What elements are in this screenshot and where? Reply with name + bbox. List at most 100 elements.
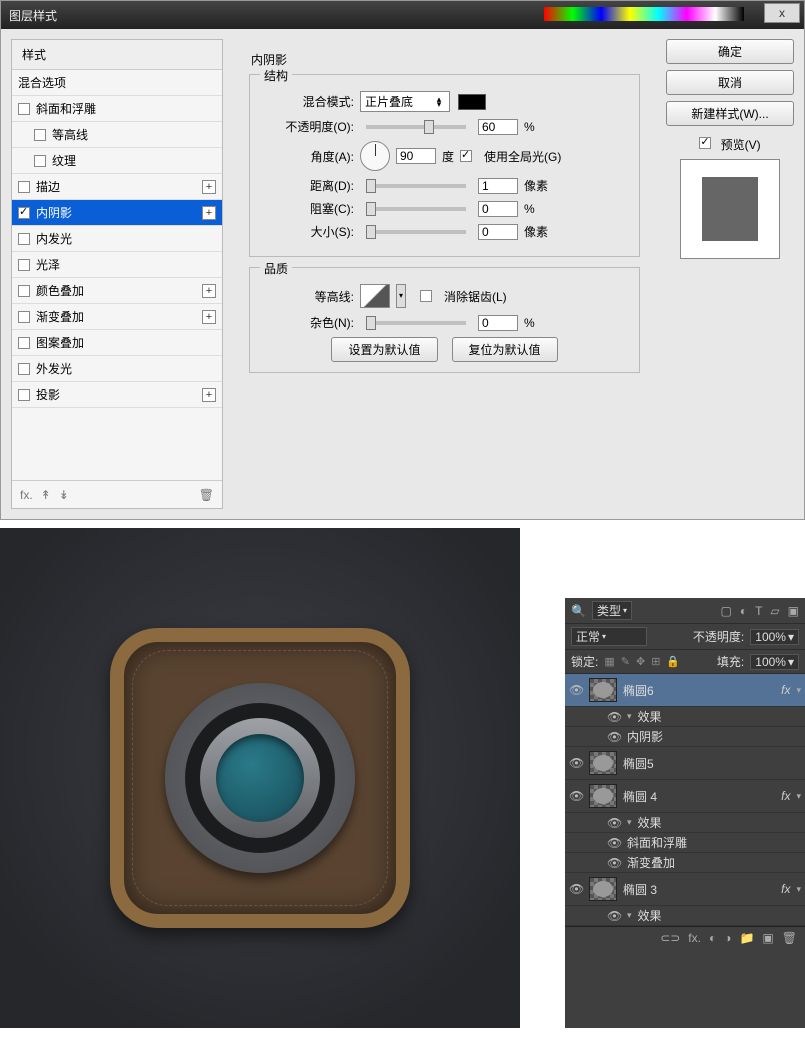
cancel-button[interactable]: 取消 xyxy=(666,70,794,95)
layer-effect-sub[interactable]: 👁渐变叠加 xyxy=(565,853,805,873)
visibility-icon[interactable]: 👁 xyxy=(607,856,621,870)
lock-all-icon[interactable]: 🔒 xyxy=(666,655,680,668)
close-button[interactable]: x xyxy=(764,3,800,23)
fx-badge[interactable]: fx xyxy=(781,882,790,896)
noise-input[interactable]: 0 xyxy=(478,315,518,331)
style-row-颜色叠加[interactable]: 颜色叠加+ xyxy=(12,278,222,304)
style-checkbox[interactable] xyxy=(18,285,30,297)
contour-dropdown-icon[interactable]: ▾ xyxy=(396,284,406,308)
style-row-渐变叠加[interactable]: 渐变叠加+ xyxy=(12,304,222,330)
style-row-内发光[interactable]: 内发光 xyxy=(12,226,222,252)
preview-checkbox[interactable] xyxy=(699,137,711,149)
style-checkbox[interactable] xyxy=(18,363,30,375)
style-checkbox[interactable] xyxy=(18,311,30,323)
trash-icon[interactable]: 🗑 xyxy=(199,488,214,502)
size-input[interactable]: 0 xyxy=(478,224,518,240)
layer-item[interactable]: 👁椭圆 3fx ▾ xyxy=(565,873,805,906)
style-row-光泽[interactable]: 光泽 xyxy=(12,252,222,278)
contour-picker[interactable] xyxy=(360,284,390,308)
visibility-icon[interactable]: 👁 xyxy=(569,683,583,697)
visibility-icon[interactable]: 👁 xyxy=(607,909,621,923)
style-checkbox[interactable] xyxy=(18,337,30,349)
group-icon[interactable]: 📁 xyxy=(739,931,754,945)
move-up-icon[interactable]: ↟ xyxy=(41,488,51,502)
angle-dial[interactable] xyxy=(360,141,390,171)
style-row-等高线[interactable]: 等高线 xyxy=(12,122,222,148)
add-effect-icon[interactable]: + xyxy=(202,206,216,220)
style-row-描边[interactable]: 描边+ xyxy=(12,174,222,200)
style-row-纹理[interactable]: 纹理 xyxy=(12,148,222,174)
lock-artboard-icon[interactable]: ⊞ xyxy=(651,655,660,668)
style-checkbox[interactable] xyxy=(18,259,30,271)
antialias-checkbox[interactable] xyxy=(420,290,432,302)
layer-effect-sub[interactable]: 👁▾效果 xyxy=(565,906,805,926)
layer-item[interactable]: 👁椭圆 4fx ▾ xyxy=(565,780,805,813)
lock-move-icon[interactable]: ✥ xyxy=(636,655,645,668)
collapse-icon[interactable]: ▾ xyxy=(627,711,632,722)
new-layer-icon[interactable]: ▣ xyxy=(762,931,773,945)
style-row-投影[interactable]: 投影+ xyxy=(12,382,222,408)
choke-input[interactable]: 0 xyxy=(478,201,518,217)
visibility-icon[interactable]: 👁 xyxy=(607,836,621,850)
delete-layer-icon[interactable]: 🗑 xyxy=(782,931,797,945)
layer-item[interactable]: 👁椭圆6fx ▾ xyxy=(565,674,805,707)
fx-badge[interactable]: fx xyxy=(781,789,790,803)
expand-fx-icon[interactable]: ▾ xyxy=(796,884,801,895)
visibility-icon[interactable]: 👁 xyxy=(569,756,583,770)
opacity-input[interactable]: 60 xyxy=(478,119,518,135)
new-style-button[interactable]: 新建样式(W)... xyxy=(666,101,794,126)
filter-type-icon[interactable]: T xyxy=(755,604,762,618)
visibility-icon[interactable]: 👁 xyxy=(607,730,621,744)
shadow-color-swatch[interactable] xyxy=(458,94,486,110)
filter-shape-icon[interactable]: ▱ xyxy=(770,604,779,618)
collapse-icon[interactable]: ▾ xyxy=(627,910,632,921)
style-row-内阴影[interactable]: 内阴影+ xyxy=(12,200,222,226)
add-effect-icon[interactable]: + xyxy=(202,310,216,324)
visibility-icon[interactable]: 👁 xyxy=(569,882,583,896)
expand-fx-icon[interactable]: ▾ xyxy=(796,685,801,696)
choke-slider[interactable] xyxy=(366,207,466,211)
make-default-button[interactable]: 设置为默认值 xyxy=(331,337,437,362)
visibility-icon[interactable]: 👁 xyxy=(607,710,621,724)
panel-fill-input[interactable]: 100%▾ xyxy=(750,654,799,670)
blend-mode-select[interactable]: 正常▾ xyxy=(571,627,647,646)
layer-item[interactable]: 👁椭圆5 xyxy=(565,747,805,780)
visibility-icon[interactable]: 👁 xyxy=(607,816,621,830)
size-slider[interactable] xyxy=(366,230,466,234)
layer-effect-sub[interactable]: 👁▾效果 xyxy=(565,813,805,833)
move-down-icon[interactable]: ↡ xyxy=(59,488,69,502)
style-checkbox[interactable] xyxy=(18,103,30,115)
style-checkbox[interactable] xyxy=(18,389,30,401)
layer-thumbnail[interactable] xyxy=(589,877,617,901)
panel-opacity-input[interactable]: 100%▾ xyxy=(750,629,799,645)
layer-effect-sub[interactable]: 👁▾效果 xyxy=(565,707,805,727)
fx-icon[interactable]: fx. xyxy=(688,931,701,945)
filter-adjust-icon[interactable]: ◐ xyxy=(740,604,747,618)
add-effect-icon[interactable]: + xyxy=(202,388,216,402)
style-checkbox[interactable] xyxy=(18,181,30,193)
style-checkbox[interactable] xyxy=(18,207,30,219)
filter-smart-icon[interactable]: ▣ xyxy=(788,604,799,618)
filter-kind-select[interactable]: 类型▾ xyxy=(592,601,632,620)
filter-image-icon[interactable]: ▢ xyxy=(720,604,731,618)
style-checkbox[interactable] xyxy=(34,155,46,167)
visibility-icon[interactable]: 👁 xyxy=(569,789,583,803)
fx-badge[interactable]: fx xyxy=(781,683,790,697)
add-effect-icon[interactable]: + xyxy=(202,284,216,298)
layer-thumbnail[interactable] xyxy=(589,678,617,702)
distance-slider[interactable] xyxy=(366,184,466,188)
mask-icon[interactable]: ◐ xyxy=(709,931,716,945)
layer-thumbnail[interactable] xyxy=(589,784,617,808)
fx-menu-icon[interactable]: fx. xyxy=(20,488,33,502)
lock-pixels-icon[interactable]: ▦ xyxy=(604,655,614,668)
style-row-斜面和浮雕[interactable]: 斜面和浮雕 xyxy=(12,96,222,122)
opacity-slider[interactable] xyxy=(366,125,466,129)
blend-options-row[interactable]: 混合选项 xyxy=(12,70,222,96)
angle-input[interactable]: 90 xyxy=(396,148,436,164)
distance-input[interactable]: 1 xyxy=(478,178,518,194)
style-checkbox[interactable] xyxy=(34,129,46,141)
ok-button[interactable]: 确定 xyxy=(666,39,794,64)
add-effect-icon[interactable]: + xyxy=(202,180,216,194)
expand-fx-icon[interactable]: ▾ xyxy=(796,791,801,802)
layer-effect-sub[interactable]: 👁内阴影 xyxy=(565,727,805,747)
